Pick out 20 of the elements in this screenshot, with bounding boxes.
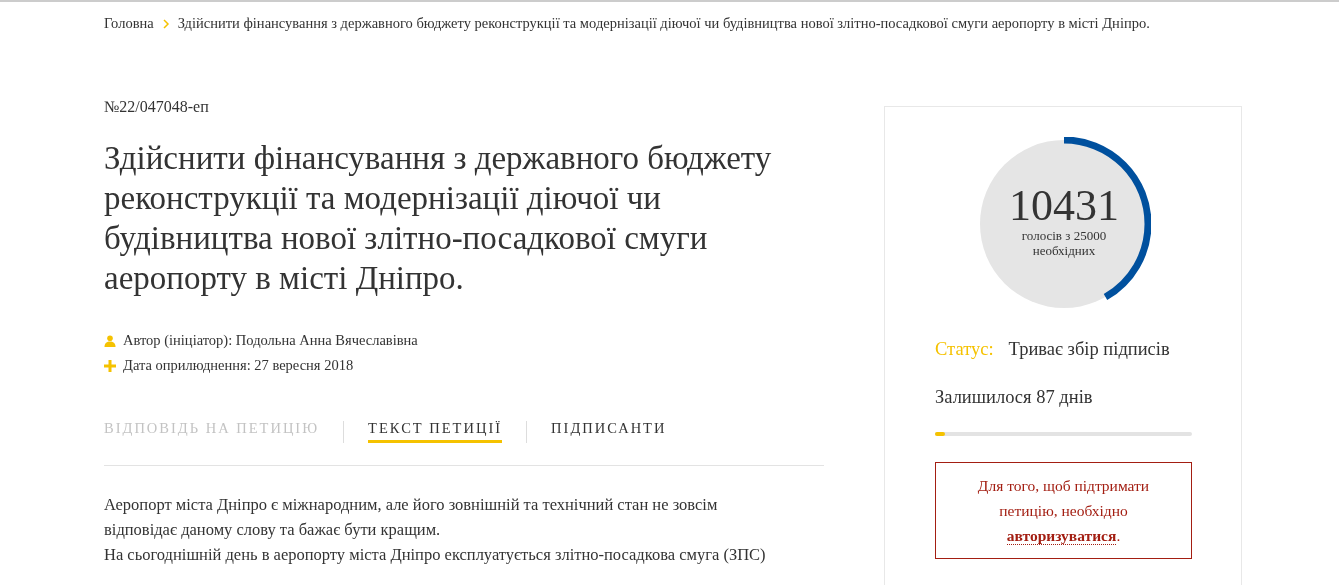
tab[interactable]: ПІДПИСАНТИ — [551, 420, 667, 443]
person-icon — [104, 334, 116, 347]
meta-text: Автор (ініціатор): Подольна Анна Вячеславівна — [123, 332, 418, 349]
petition-title: Здійснити фінансування з державного бюджету реконструкції та модернізації діючої чи будівництва нової злітно-посадкової смуги аеропорту в місті Дніпро. — [104, 139, 773, 298]
tab[interactable]: ТЕКСТ ПЕТИЦІЇ — [368, 420, 503, 443]
breadcrumb-current: Здійснити фінансування з державного бюджету реконструкції та модернізації діючої чи будівництва нової злітно-посадкової смуги аеропорту в місті Дніпро. — [177, 15, 1150, 32]
body-text: Аеропорт міста Дніпро є міжнародним, але його зовнішній та технічний стан не зовсім відповідає даному слову та бажає бути кращим. — [104, 494, 719, 541]
status-value: Триває збір підписів — [1008, 339, 1170, 360]
auth-text: Для того, щоб підтримати петицію, необхідно авторизуватися. — [976, 476, 1151, 547]
breadcrumb-link[interactable]: Головна — [104, 15, 154, 32]
days-remaining: Залишилося 87 днів — [935, 387, 1094, 408]
chevron-icon — [161, 18, 170, 29]
plus-icon — [104, 359, 116, 372]
body-text: На сьогоднішній день в аеропорту міста Дніпро експлуатується злітно-посадкова смуга (ЗПС) — [104, 544, 767, 566]
vote-caption: голосів з 25000 необхідних — [1020, 228, 1108, 258]
login-link[interactable]: авторизуватися — [1006, 527, 1117, 545]
petition-number: №22/047048-еп — [104, 98, 210, 116]
vote-count: 10431 — [1009, 184, 1119, 228]
meta-text: Дата оприлюднення: 27 вересня 2018 — [123, 357, 354, 374]
status-label: Статус: — [935, 339, 994, 360]
